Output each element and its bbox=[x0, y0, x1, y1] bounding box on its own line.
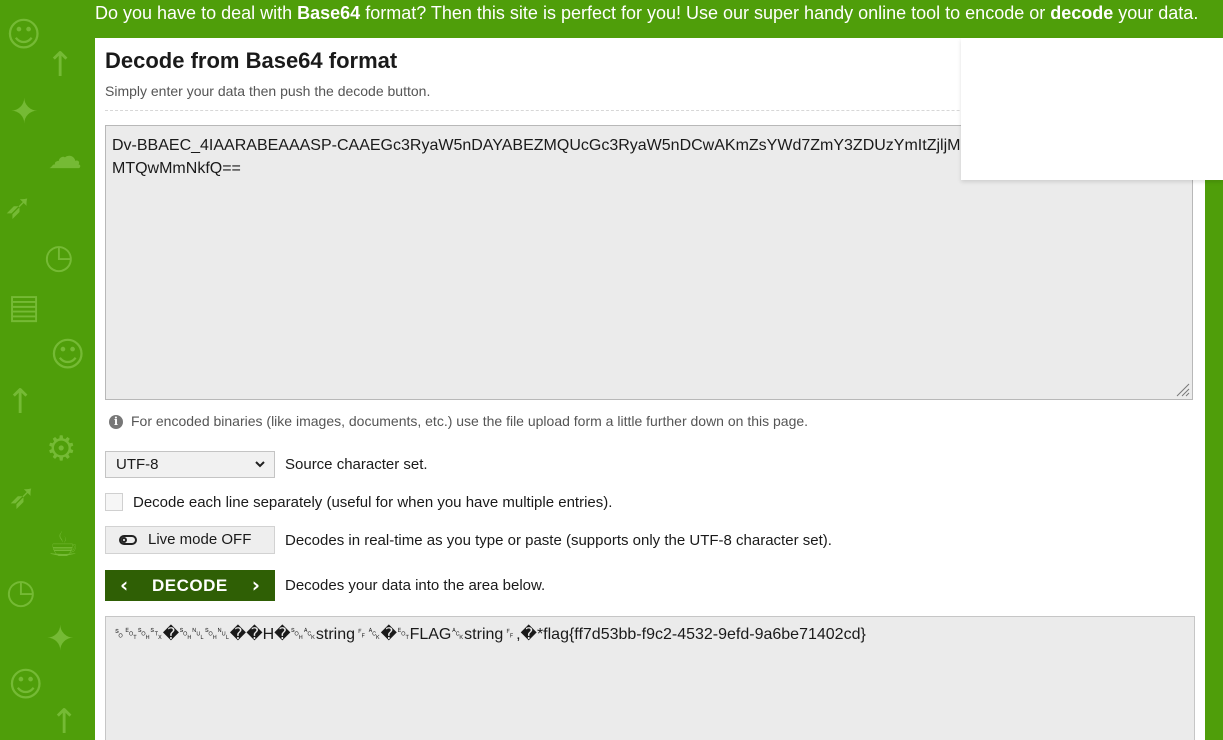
decoded-output-value: ␎␄␁␂�␁␀␁␀��H�␁␆string␌␆�␄FLAG␆string␌,�*… bbox=[112, 626, 866, 643]
chevron-right-icon: › bbox=[251, 573, 260, 597]
doodle-rocket-icon: ➶ bbox=[4, 187, 33, 227]
doodle-arrow-icon: ↑ bbox=[46, 45, 75, 85]
banner-bold-decode: decode bbox=[1050, 3, 1114, 23]
promo-banner: Do you have to deal with Base64 format? … bbox=[95, 0, 1223, 38]
doodle-star-icon: ✦ bbox=[10, 92, 39, 132]
page-title: Decode from Base64 format bbox=[105, 48, 398, 73]
live-mode-description: Decodes in real-time as you type or past… bbox=[285, 532, 832, 549]
binary-upload-hint: i For encoded binaries (like images, docu… bbox=[109, 413, 809, 430]
decoded-output-textarea[interactable]: ␎␄␁␂�␁␀␁␀��H�␁␆string␌␆�␄FLAG␆string␌,�*… bbox=[105, 616, 1195, 740]
decode-each-line-checkbox[interactable] bbox=[105, 493, 123, 511]
doodle-rocket-icon: ➶ bbox=[8, 477, 37, 517]
charset-select-value: UTF-8 bbox=[116, 456, 159, 473]
live-mode-toggle-button[interactable]: Live mode OFF bbox=[105, 526, 275, 554]
doodle-cup-icon: ☕ bbox=[48, 525, 79, 565]
decode-button[interactable]: ‹ DECODE › bbox=[105, 570, 275, 601]
charset-label: Source character set. bbox=[285, 456, 428, 473]
banner-text-3: your data. bbox=[1113, 3, 1199, 23]
doodle-cloud-icon: ☁ bbox=[48, 137, 82, 177]
doodle-arrow-icon: ↑ bbox=[6, 382, 35, 422]
banner-text-1: Do you have to deal with bbox=[95, 3, 298, 23]
decorative-side-pattern: ☺ ↑ ✦ ☁ ➶ ◷ ▤ ☺ ↑ ⚙ ➶ ☕ ◷ ✦ ☺ ↑ bbox=[0, 0, 95, 740]
decode-button-label: DECODE bbox=[152, 576, 228, 595]
resize-grip-icon[interactable] bbox=[1174, 381, 1190, 397]
doodle-head-icon: ☺ bbox=[50, 335, 86, 375]
live-mode-label: Live mode OFF bbox=[148, 531, 252, 548]
banner-text-2: format? Then this site is perfect for yo… bbox=[360, 3, 1051, 23]
doodle-gear-icon: ⚙ bbox=[46, 429, 77, 469]
decode-description: Decodes your data into the area below. bbox=[285, 577, 546, 594]
page-subtitle: Simply enter your data then push the dec… bbox=[105, 83, 431, 99]
charset-select[interactable]: UTF-8 bbox=[105, 451, 275, 478]
binary-upload-hint-text: For encoded binaries (like images, docum… bbox=[131, 413, 809, 429]
doodle-arrow-icon: ↑ bbox=[50, 702, 79, 740]
doodle-clock-icon: ◷ bbox=[6, 572, 36, 612]
doodle-head-icon: ☺ bbox=[6, 15, 42, 55]
chevron-left-icon: ‹ bbox=[120, 573, 129, 597]
info-circle-icon: i bbox=[109, 415, 123, 430]
doodle-head-icon: ☺ bbox=[8, 665, 44, 705]
doodle-book-icon: ▤ bbox=[8, 287, 41, 327]
doodle-star-icon: ✦ bbox=[46, 619, 75, 659]
chevron-down-icon bbox=[254, 452, 266, 485]
doodle-clock-icon: ◷ bbox=[44, 237, 74, 277]
banner-bold-base64: Base64 bbox=[297, 3, 361, 23]
ad-placeholder bbox=[961, 38, 1223, 180]
toggle-off-icon bbox=[119, 535, 137, 545]
decode-each-line-label: Decode each line separately (useful for … bbox=[133, 494, 613, 511]
